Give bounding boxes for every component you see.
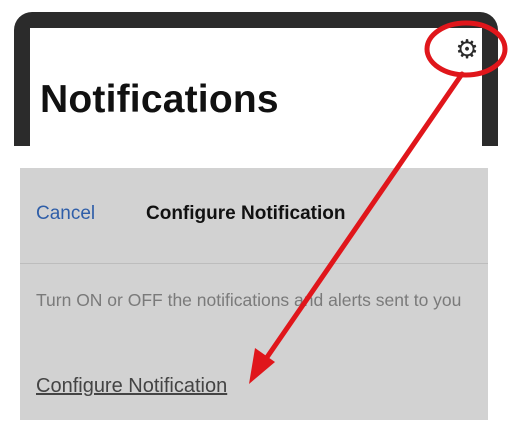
- configure-notification-link[interactable]: Configure Notification: [36, 375, 227, 398]
- divider: [20, 263, 488, 264]
- description-text: Turn ON or OFF the notifications and ale…: [36, 290, 462, 310]
- configure-notification-sheet: Cancel Configure Notification Turn ON or…: [20, 168, 488, 420]
- sheet-header: Cancel Configure Notification: [20, 168, 488, 263]
- page-title: Notifications: [40, 78, 279, 121]
- sheet-title: Configure Notification: [146, 203, 346, 224]
- gear-icon[interactable]: ⚙: [450, 32, 484, 66]
- cancel-button[interactable]: Cancel: [36, 203, 95, 225]
